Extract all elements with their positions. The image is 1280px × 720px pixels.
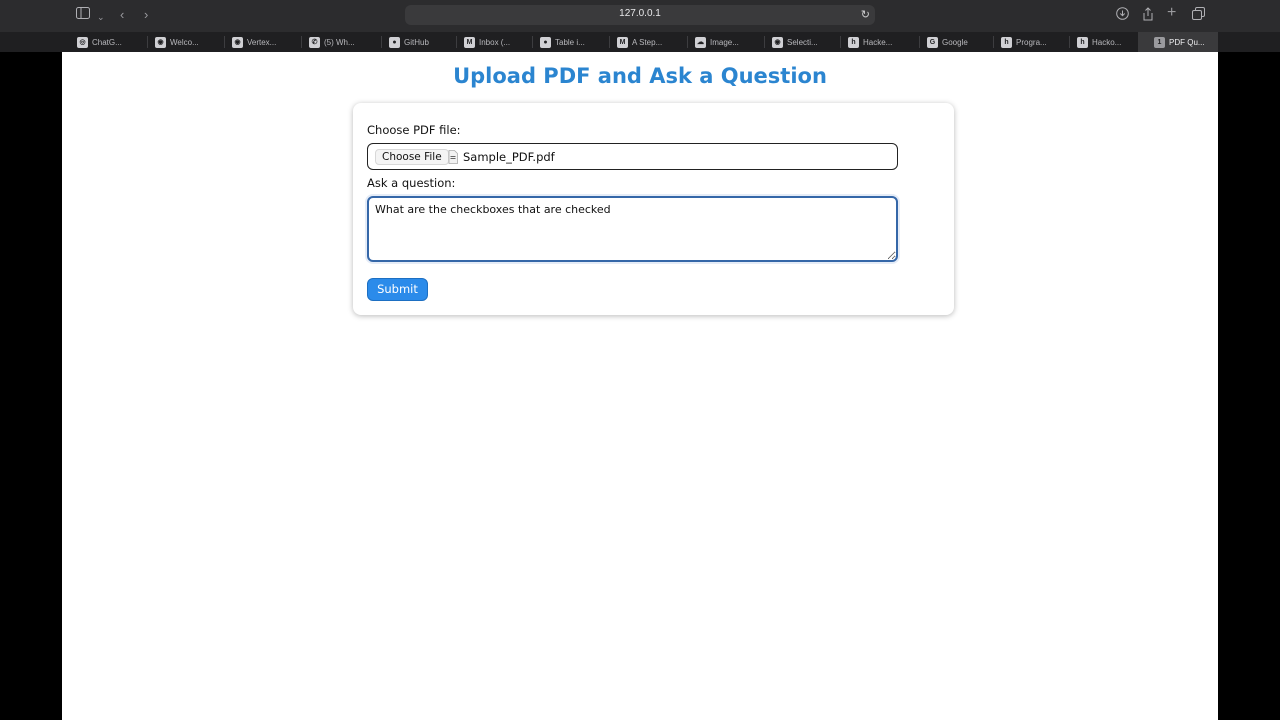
- sidebar-toggle-icon[interactable]: [76, 7, 90, 23]
- google-cloud-icon: ☁: [695, 36, 706, 48]
- tab-separator: [456, 36, 457, 48]
- browser-tab[interactable]: ◉ Selecti...: [772, 32, 842, 52]
- reload-icon[interactable]: ↻: [861, 8, 870, 21]
- choose-file-button[interactable]: Choose File: [375, 149, 449, 165]
- page-title: Upload PDF and Ask a Question: [453, 64, 827, 88]
- tab-overview-icon[interactable]: [1192, 7, 1205, 24]
- tab-separator: [687, 36, 688, 48]
- browser-tab-label: Welco...: [170, 37, 199, 47]
- selected-file-name: Sample_PDF.pdf: [463, 150, 555, 164]
- browser-tab-label: Vertex...: [247, 37, 277, 47]
- browser-tab-label: Hacke...: [863, 37, 893, 47]
- browser-tab-label: Image...: [710, 37, 739, 47]
- browser-tab-label: Table i...: [555, 37, 585, 47]
- tab-separator: [532, 36, 533, 48]
- question-textarea[interactable]: What are the checkboxes that are checked: [367, 196, 898, 262]
- browser-tab[interactable]: h Hacko...: [1077, 32, 1134, 52]
- github-icon: ●: [389, 36, 400, 48]
- site-icon: ◉: [772, 36, 783, 48]
- browser-tab[interactable]: h Hacke...: [848, 32, 921, 52]
- google-icon: G: [927, 36, 938, 48]
- browser-tab-label: Inbox (...: [479, 37, 511, 47]
- submit-button[interactable]: Submit: [367, 278, 428, 301]
- browser-tab-label: (5) Wh...: [324, 37, 355, 47]
- browser-tab[interactable]: ◎ ChatG...: [77, 32, 149, 52]
- pdf-file-icon: [448, 150, 458, 164]
- browser-tab-label: Selecti...: [787, 37, 818, 47]
- desktop-left-margin: [0, 0, 62, 720]
- browser-tab-label: Progra...: [1016, 37, 1047, 47]
- tab-separator: [840, 36, 841, 48]
- tab-separator: [147, 36, 148, 48]
- site-icon: ◉: [155, 36, 166, 48]
- tab-count-icon: 1: [1154, 36, 1165, 48]
- medium-icon: M: [617, 36, 628, 48]
- gmail-icon: M: [464, 36, 475, 48]
- tab-bar: ◎ ChatG... ◉ Welco... ◉ Vertex... ✆ (5) Wh... ● G…: [0, 32, 1280, 52]
- pdf-file-input[interactable]: Choose File Sample_PDF.pdf: [367, 143, 898, 170]
- hackernoon-icon: h: [1001, 36, 1012, 48]
- browser-tab[interactable]: ◉ Vertex...: [232, 32, 303, 52]
- address-bar[interactable]: 127.0.0.1 ↻: [405, 5, 875, 25]
- browser-tab[interactable]: h Progra...: [1001, 32, 1071, 52]
- browser-toolbar: ⌄ ‹ › 127.0.0.1 ↻ +: [0, 0, 1280, 32]
- hackernoon-icon: h: [1077, 36, 1088, 48]
- tab-separator: [919, 36, 920, 48]
- url-text: 127.0.0.1: [619, 8, 661, 19]
- upload-form: Choose PDF file: Choose File Sample_PDF.…: [353, 103, 954, 315]
- tab-separator: [609, 36, 610, 48]
- browser-tab[interactable]: M A Step...: [617, 32, 689, 52]
- browser-tab-label: ChatG...: [92, 37, 122, 47]
- site-icon: ◉: [232, 36, 243, 48]
- browser-tab-label: GitHub: [404, 37, 429, 47]
- tab-separator: [224, 36, 225, 48]
- tab-separator: [301, 36, 302, 48]
- chevron-down-icon[interactable]: ⌄: [97, 9, 105, 25]
- browser-tab-label: Google: [942, 37, 968, 47]
- tab-separator: [381, 36, 382, 48]
- github-icon: ●: [540, 36, 551, 48]
- back-icon[interactable]: ‹: [120, 7, 124, 23]
- browser-tab[interactable]: ☁ Image...: [695, 32, 766, 52]
- browser-tab[interactable]: ● Table i...: [540, 32, 611, 52]
- browser-tab[interactable]: ✆ (5) Wh...: [309, 32, 383, 52]
- share-icon[interactable]: [1142, 7, 1154, 25]
- browser-tab[interactable]: ● GitHub: [389, 32, 458, 52]
- browser-tab[interactable]: M Inbox (...: [464, 32, 534, 52]
- browser-tab-label: PDF Qu...: [1169, 37, 1205, 47]
- desktop-right-margin: [1218, 0, 1280, 720]
- pdf-file-label: Choose PDF file:: [367, 123, 461, 137]
- question-label: Ask a question:: [367, 176, 456, 190]
- tab-separator: [1069, 36, 1070, 48]
- download-icon[interactable]: [1116, 7, 1129, 24]
- chatgpt-icon: ◎: [77, 36, 88, 48]
- browser-tab[interactable]: G Google: [927, 32, 995, 52]
- whatsapp-icon: ✆: [309, 36, 320, 48]
- hackernoon-icon: h: [848, 36, 859, 48]
- forward-icon[interactable]: ›: [144, 7, 148, 23]
- browser-tab-label: A Step...: [632, 37, 663, 47]
- new-tab-icon[interactable]: +: [1167, 5, 1176, 21]
- browser-tab[interactable]: ◉ Welco...: [155, 32, 226, 52]
- browser-tab-label: Hacko...: [1092, 37, 1122, 47]
- tab-separator: [993, 36, 994, 48]
- browser-tab[interactable]: 1 PDF Qu...: [1138, 32, 1218, 52]
- tab-separator: [764, 36, 765, 48]
